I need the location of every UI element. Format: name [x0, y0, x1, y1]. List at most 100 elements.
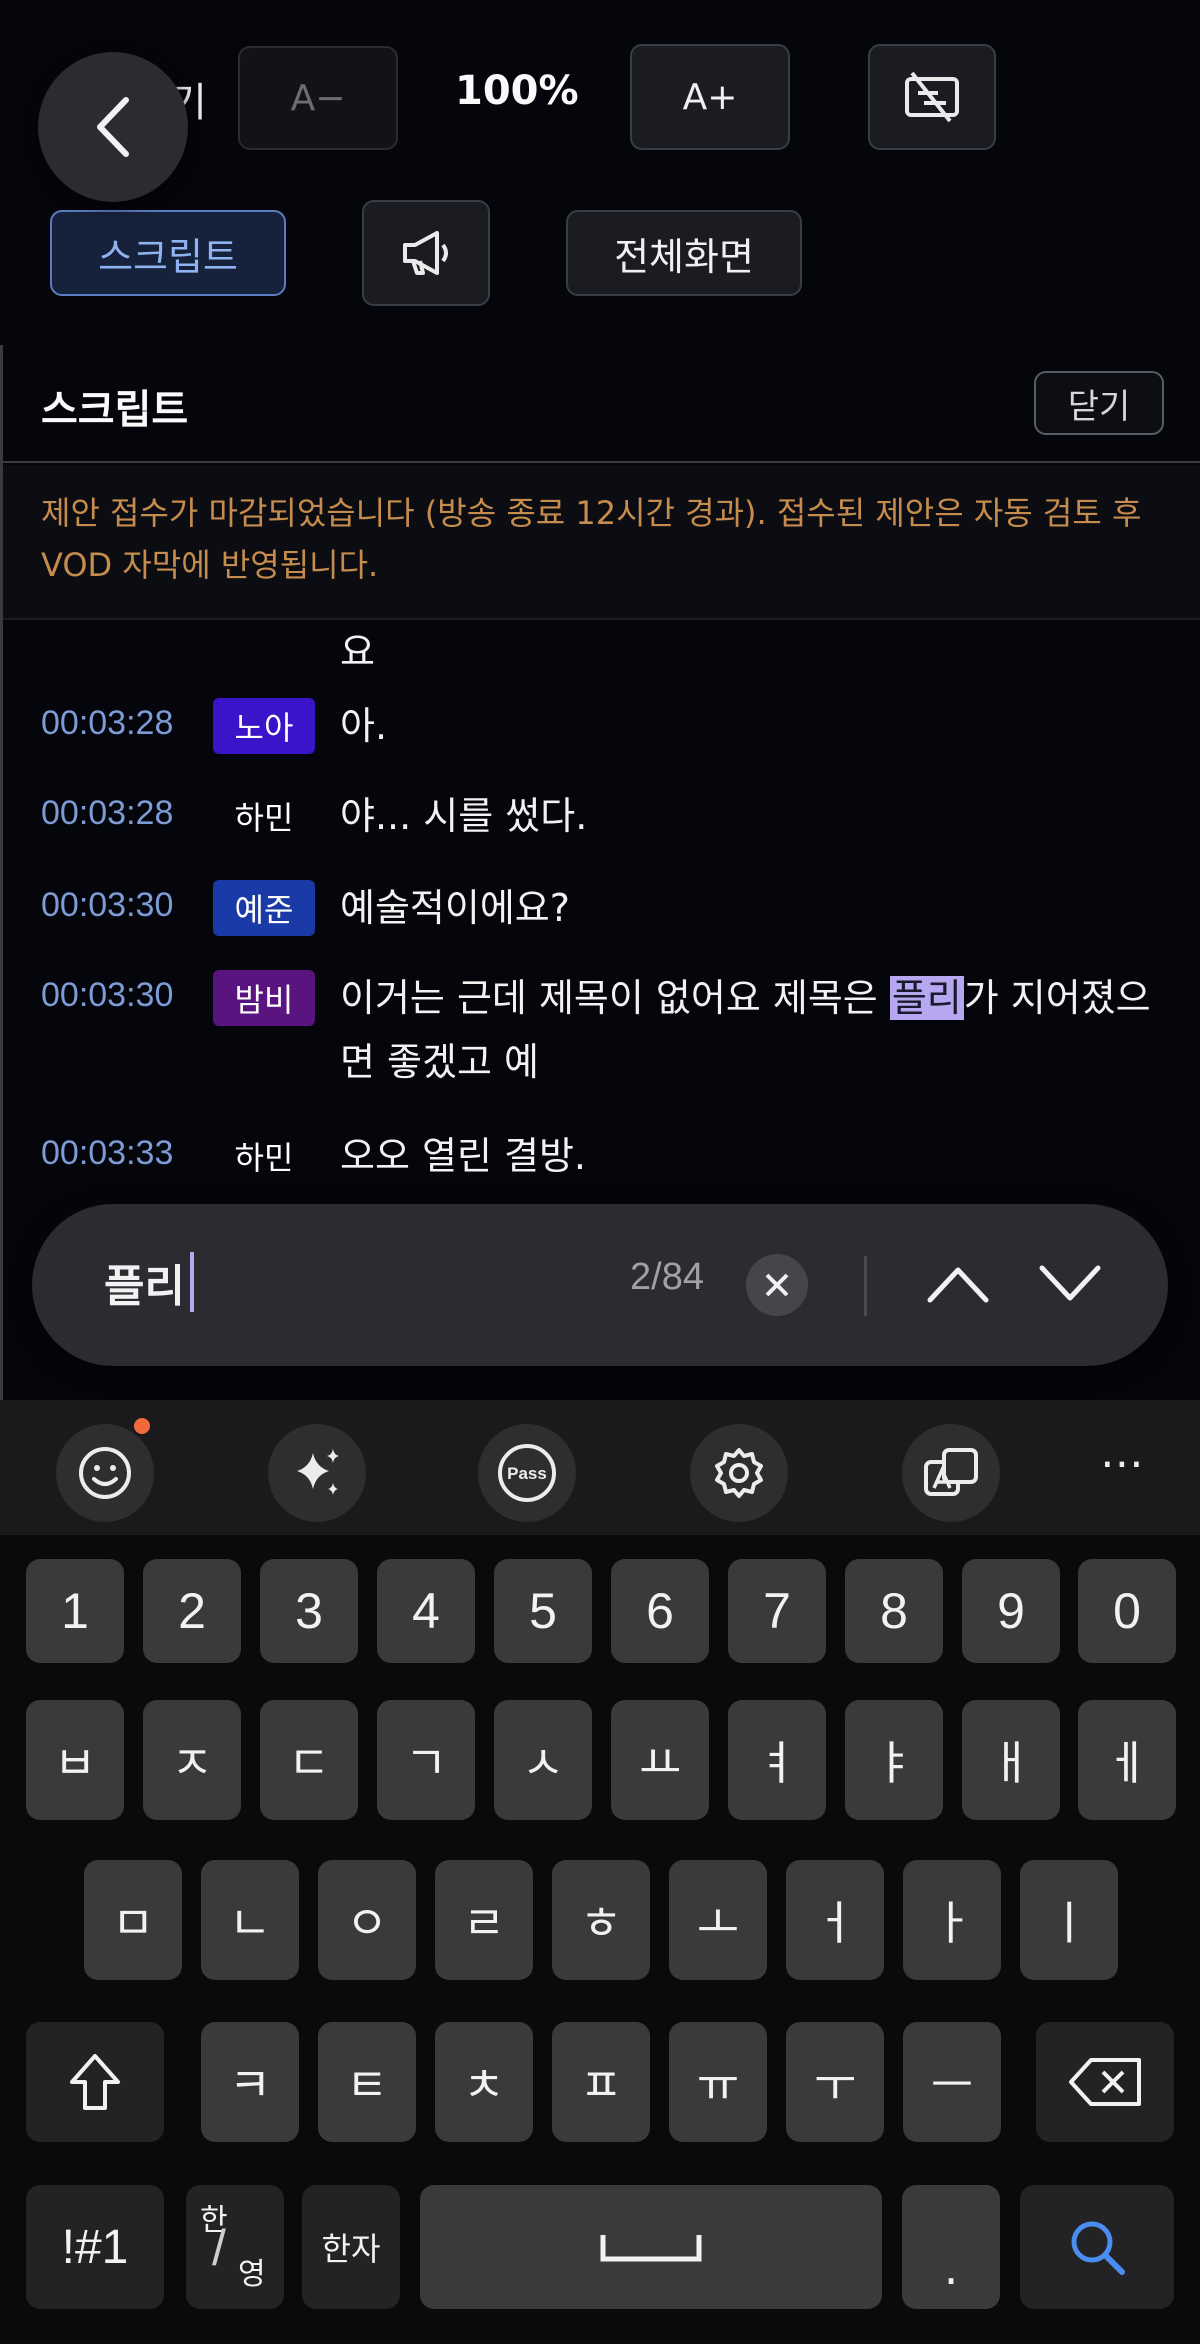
timestamp[interactable]: 00:03:33 — [41, 1134, 173, 1173]
keyboard-toolbar: Pass ⋯ — [0, 1400, 1200, 1535]
next-result-button[interactable] — [1030, 1244, 1110, 1324]
close-panel-button[interactable]: 닫기 — [1034, 371, 1164, 435]
timestamp[interactable]: 00:03:30 — [41, 886, 173, 925]
timestamp[interactable]: 00:03:28 — [41, 794, 173, 833]
line-text: 요 — [340, 630, 375, 674]
key-h[interactable]: ㅎ — [552, 1860, 650, 1980]
key-e[interactable]: ㅔ — [1078, 1700, 1176, 1820]
previous-result-button[interactable] — [918, 1244, 998, 1324]
key-8[interactable]: 8 — [845, 1559, 943, 1663]
font-increase-button[interactable]: A+ — [630, 44, 790, 150]
subtitle-off-button[interactable] — [868, 44, 996, 150]
key-ya[interactable]: ㅑ — [845, 1700, 943, 1820]
transcript-row[interactable]: 00:03:28 노아 아. — [3, 692, 1200, 758]
search-result-count: 2/84 — [630, 1256, 704, 1298]
search-icon — [1071, 2221, 1125, 2275]
key-p[interactable]: ㅍ — [552, 2022, 650, 2142]
line-text: 예술적이에요? — [340, 886, 570, 930]
chevron-up-icon — [927, 1267, 989, 1303]
line-text: 야... 시를 썼다. — [340, 794, 588, 838]
speaker-badge: 하민 — [213, 788, 315, 844]
key-n[interactable]: ㄴ — [201, 1860, 299, 1980]
period-key[interactable]: . — [902, 2185, 1000, 2309]
search-input[interactable]: 플리 — [104, 1250, 185, 1314]
script-toggle-button[interactable]: 스크립트 — [50, 210, 286, 296]
close-icon — [765, 1273, 789, 1297]
transcript-row[interactable]: 00:03:30 예준 예술적이에요? — [3, 874, 1200, 940]
clear-search-button[interactable] — [746, 1254, 808, 1316]
key-s[interactable]: ㅅ — [494, 1700, 592, 1820]
pass-button[interactable]: Pass — [478, 1424, 576, 1522]
key-3[interactable]: 3 — [260, 1559, 358, 1663]
key-eo[interactable]: ㅓ — [786, 1860, 884, 1980]
shift-icon — [70, 2054, 120, 2110]
symbols-key[interactable]: !#1 — [26, 2185, 164, 2309]
subtitle-off-icon — [905, 71, 959, 123]
sparkle-icon — [297, 1449, 339, 1495]
key-1[interactable]: 1 — [26, 1559, 124, 1663]
back-button[interactable] — [38, 52, 188, 202]
backspace-key[interactable] — [1036, 2022, 1174, 2142]
ai-tools-button[interactable] — [268, 1424, 366, 1522]
emoji-button[interactable] — [56, 1424, 154, 1522]
more-options-button[interactable]: ⋯ — [1100, 1438, 1146, 1489]
key-ae[interactable]: ㅐ — [962, 1700, 1060, 1820]
key-eu[interactable]: ㅡ — [903, 2022, 1001, 2142]
gear-icon — [715, 1448, 763, 1498]
key-yeo[interactable]: ㅕ — [728, 1700, 826, 1820]
space-key[interactable] — [420, 2185, 882, 2309]
key-0[interactable]: 0 — [1078, 1559, 1176, 1663]
transcript-row[interactable]: 00:03:33 하민 오오 열린 결방. — [3, 1122, 1200, 1188]
lang-slash: / — [212, 2220, 226, 2276]
transcript-row[interactable]: 00:03:30 밤비 이거는 근데 제목이 없어요 제목은 플리가 지어졌으면… — [3, 964, 1200, 1096]
key-4[interactable]: 4 — [377, 1559, 475, 1663]
hanja-key[interactable]: 한자 — [302, 2185, 400, 2309]
key-t[interactable]: ㅌ — [318, 2022, 416, 2142]
fullscreen-button[interactable]: 전체화면 — [566, 210, 802, 296]
translate-icon — [924, 1448, 978, 1496]
transcript-row[interactable]: 00:03:28 하민 야... 시를 썼다. — [3, 782, 1200, 848]
key-j[interactable]: ㅈ — [143, 1700, 241, 1820]
timestamp[interactable]: 00:03:28 — [41, 704, 173, 743]
key-r[interactable]: ㄹ — [435, 1860, 533, 1980]
key-d[interactable]: ㄷ — [260, 1700, 358, 1820]
key-6[interactable]: 6 — [611, 1559, 709, 1663]
speaker-badge: 예준 — [213, 880, 315, 936]
key-k[interactable]: ㅋ — [201, 2022, 299, 2142]
key-ch[interactable]: ㅊ — [435, 2022, 533, 2142]
key-5[interactable]: 5 — [494, 1559, 592, 1663]
speaker-badge: 하민 — [213, 1128, 315, 1184]
key-m[interactable]: ㅁ — [84, 1860, 182, 1980]
announcement-button[interactable] — [362, 200, 490, 306]
key-yo[interactable]: ㅛ — [611, 1700, 709, 1820]
search-highlight: 플리 — [889, 976, 964, 1020]
key-a[interactable]: ㅏ — [903, 1860, 1001, 1980]
key-2[interactable]: 2 — [143, 1559, 241, 1663]
key-9[interactable]: 9 — [962, 1559, 1060, 1663]
key-ng[interactable]: ㅇ — [318, 1860, 416, 1980]
chevron-down-icon — [1039, 1265, 1101, 1301]
timestamp[interactable]: 00:03:30 — [41, 976, 173, 1015]
key-i[interactable]: ㅣ — [1020, 1860, 1118, 1980]
key-o[interactable]: ㅗ — [669, 1860, 767, 1980]
shift-key[interactable] — [26, 2022, 164, 2142]
zoom-value: 100% — [455, 68, 579, 114]
viewer-toolbar: 기 A− 100% A+ 스크립트 전체화면 — [0, 0, 1200, 345]
language-switch-key[interactable]: 한 / 영 — [186, 2185, 284, 2309]
line-text: 아. — [340, 704, 388, 748]
line-text: 이거는 근데 제목이 없어요 제목은 플리가 지어졌으면 좋겠고 예 — [340, 966, 1170, 1094]
lang-english-label: 영 — [238, 2257, 266, 2292]
key-b[interactable]: ㅂ — [26, 1700, 124, 1820]
key-yu[interactable]: ㅠ — [669, 2022, 767, 2142]
space-icon — [600, 2235, 702, 2262]
key-g[interactable]: ㄱ — [377, 1700, 475, 1820]
translate-button[interactable] — [902, 1424, 1000, 1522]
pass-icon: Pass — [498, 1444, 556, 1502]
key-7[interactable]: 7 — [728, 1559, 826, 1663]
key-u[interactable]: ㅜ — [786, 2022, 884, 2142]
keyboard-settings-button[interactable] — [690, 1424, 788, 1522]
pass-icon-label: Pass — [507, 1464, 547, 1483]
font-decrease-button[interactable]: A− — [238, 46, 398, 150]
search-key[interactable] — [1020, 2185, 1174, 2309]
keyboard: 1 2 3 4 5 6 7 8 9 0 ㅂ ㅈ ㄷ ㄱ ㅅ ㅛ ㅕ ㅑ ㅐ ㅔ … — [0, 1535, 1200, 2344]
